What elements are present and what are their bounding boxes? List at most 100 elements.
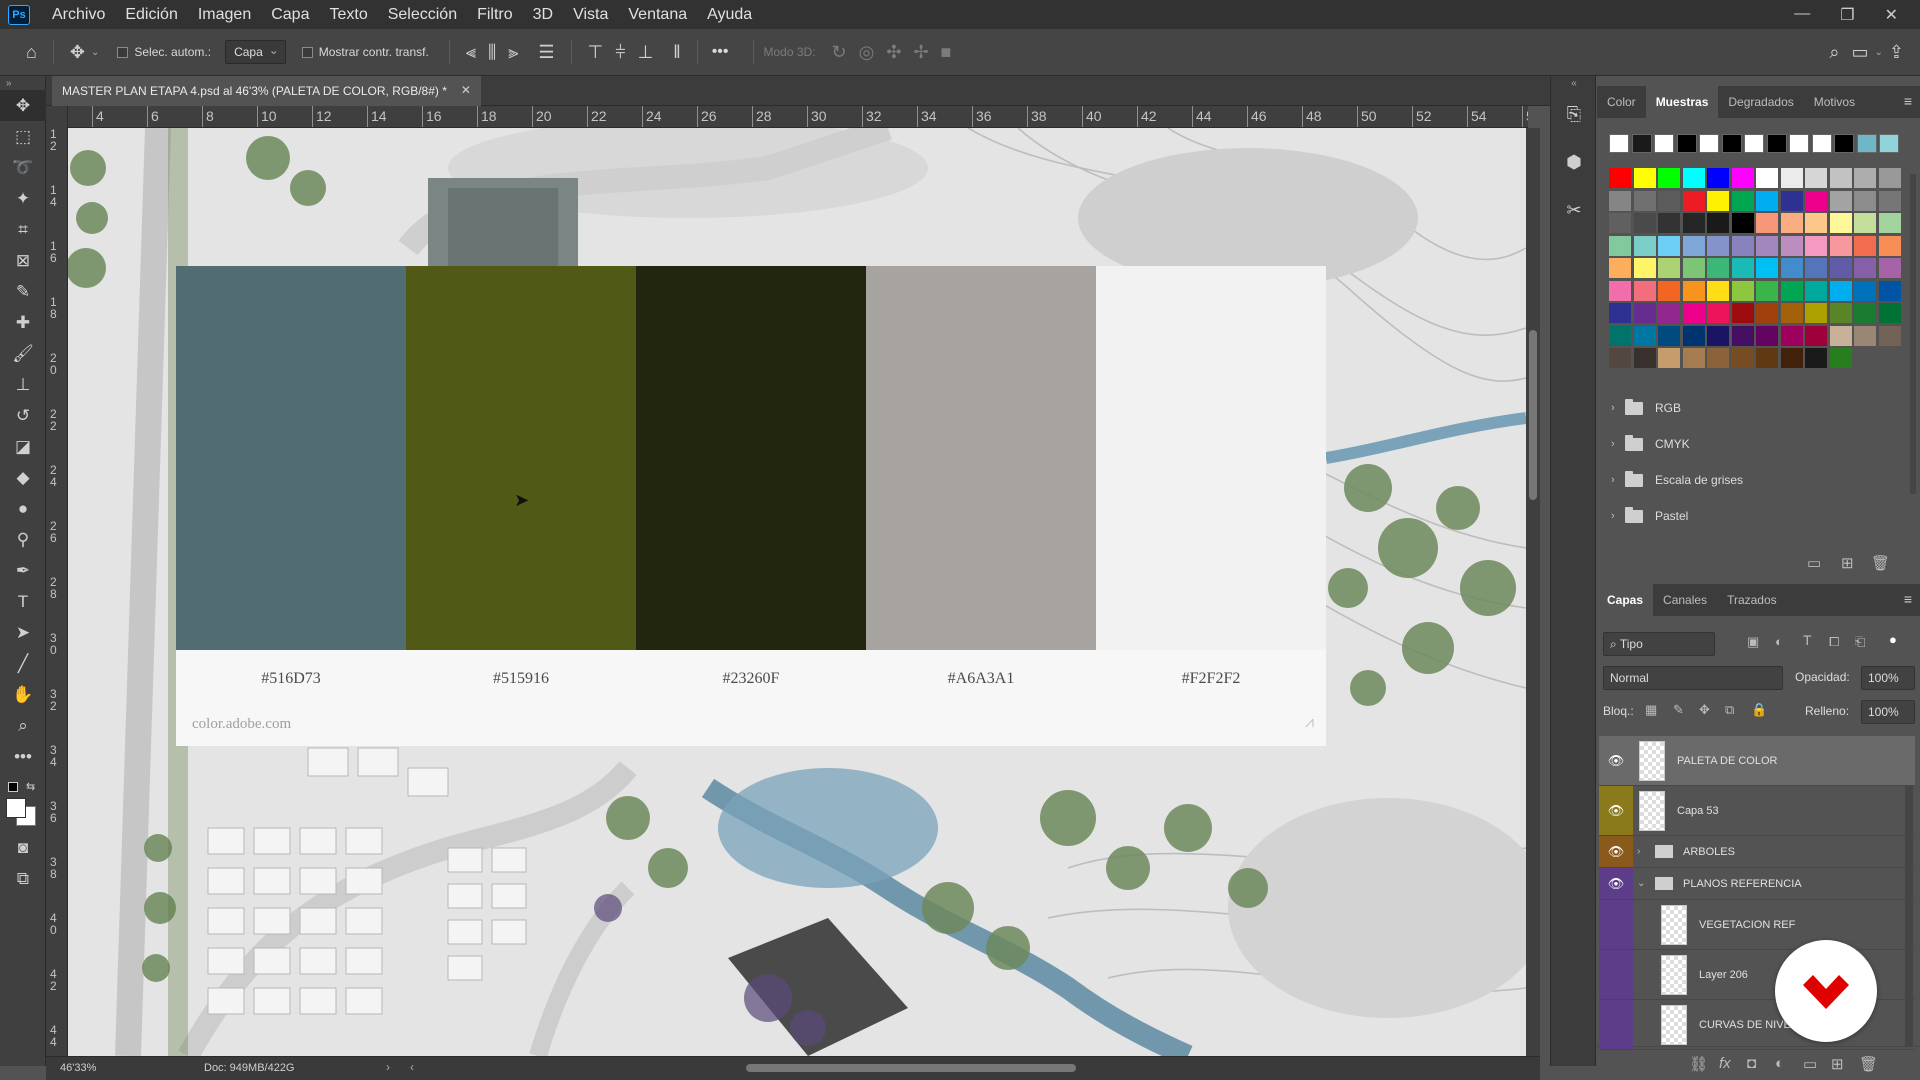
color-swatch[interactable]	[1633, 258, 1656, 278]
color-swatch[interactable]	[1609, 235, 1631, 256]
chevron-down-icon[interactable]: ⌄	[91, 47, 99, 58]
color-swatch[interactable]	[1854, 280, 1876, 301]
color-swatch[interactable]	[1756, 235, 1778, 256]
color-swatch[interactable]	[1829, 303, 1852, 323]
distribute-v-icon[interactable]: ‖	[673, 42, 680, 63]
color-swatch[interactable]	[1829, 168, 1852, 188]
color-swatch[interactable]	[1854, 303, 1876, 323]
color-swatch[interactable]	[1682, 258, 1705, 278]
recent-swatch[interactable]	[1609, 134, 1629, 153]
color-swatch[interactable]	[1731, 190, 1754, 211]
magic-wand-tool-icon[interactable]: ✦	[0, 183, 46, 214]
color-swatch[interactable]	[1756, 303, 1778, 323]
vertical-scrollbar[interactable]	[1526, 128, 1540, 1056]
visibility-toggle[interactable]	[1599, 900, 1633, 949]
color-swatch[interactable]	[1878, 280, 1901, 301]
color-swatch[interactable]	[1609, 258, 1631, 278]
vertical-scroll-thumb[interactable]	[1529, 330, 1537, 500]
menu-texto[interactable]: Texto	[319, 0, 377, 29]
new-layer-icon[interactable]: ⊞	[1831, 1055, 1844, 1073]
eraser-tool-icon[interactable]: ◪	[0, 431, 46, 462]
color-swatch[interactable]	[1707, 190, 1729, 211]
pen-tool-icon[interactable]: ✒	[0, 555, 46, 586]
document-size[interactable]: Doc: 949MB/422G	[204, 1062, 295, 1074]
color-swatch[interactable]	[1756, 190, 1778, 211]
eyedropper-tool-icon[interactable]: ✎	[0, 276, 46, 307]
chevron-right-icon[interactable]: ›	[386, 1060, 390, 1074]
filter-toggle-icon[interactable]: ●	[1889, 632, 1897, 647]
color-swatch[interactable]	[1854, 235, 1876, 256]
restore-button[interactable]: ❐	[1840, 5, 1854, 25]
tab-patterns[interactable]: Motivos	[1804, 86, 1865, 118]
document-tab[interactable]: MASTER PLAN ETAPA 4.psd al 46'3% (PALETA…	[52, 76, 481, 106]
color-swatch[interactable]	[1658, 235, 1680, 256]
menu-vista[interactable]: Vista	[563, 0, 618, 29]
crop-tool-icon[interactable]: ⌗	[0, 214, 46, 245]
color-swatch[interactable]	[1609, 190, 1631, 211]
workspace-icon[interactable]: ▭	[1852, 42, 1869, 63]
new-swatch-icon[interactable]: ⊞	[1841, 554, 1854, 572]
color-swatch[interactable]	[1756, 348, 1778, 368]
visibility-toggle[interactable]	[1599, 950, 1633, 999]
menu-ayuda[interactable]: Ayuda	[697, 0, 762, 29]
color-swatch[interactable]	[1805, 190, 1827, 211]
color-swatch[interactable]	[1854, 325, 1876, 346]
marquee-tool-icon[interactable]: ⬚	[0, 121, 46, 152]
layer-row[interactable]: VEGETACION REF	[1599, 900, 1915, 950]
swatch-folder-cmyk[interactable]: › CMYK	[1611, 432, 1911, 456]
lock-position-icon[interactable]: ✥	[1699, 702, 1710, 718]
tab-channels[interactable]: Canales	[1653, 584, 1717, 616]
foreground-color-swatch[interactable]	[6, 798, 26, 818]
recent-swatch[interactable]	[1834, 134, 1854, 153]
color-swatch[interactable]	[1780, 348, 1803, 368]
link-layers-icon[interactable]: ⛓	[1689, 1055, 1708, 1073]
color-swatch[interactable]	[1780, 280, 1803, 301]
layer-row[interactable]: 👁 ⌄ PLANOS REFERENCIA	[1599, 868, 1915, 900]
color-swatch[interactable]	[1829, 280, 1852, 301]
color-swatch[interactable]	[1731, 303, 1754, 323]
distribute-h-icon[interactable]: ☰	[538, 42, 554, 63]
color-swatch[interactable]	[1756, 168, 1778, 188]
home-icon[interactable]: ⌂	[26, 42, 37, 63]
new-group-icon[interactable]: ▭	[1803, 1055, 1817, 1073]
color-swatch[interactable]	[1854, 348, 1876, 368]
color-swatch[interactable]	[1780, 325, 1803, 346]
filter-pixel-icon[interactable]: ▣	[1747, 634, 1759, 650]
color-swatch[interactable]	[1878, 235, 1901, 256]
color-swatch[interactable]	[1731, 258, 1754, 278]
tab-gradients[interactable]: Degradados	[1718, 86, 1803, 118]
swatch-folder-pastel[interactable]: › Pastel	[1611, 504, 1911, 528]
recent-swatch[interactable]	[1699, 134, 1719, 153]
horizontal-scroll-thumb[interactable]	[746, 1064, 1076, 1072]
tab-paths[interactable]: Trazados	[1717, 584, 1787, 616]
color-swatch[interactable]	[1609, 325, 1631, 346]
3d-panel-icon[interactable]: ⬢	[1551, 138, 1597, 186]
lock-artboard-icon[interactable]: ⧉	[1725, 702, 1734, 718]
search-icon[interactable]: ⌕	[1829, 42, 1839, 63]
color-swatch[interactable]	[1756, 213, 1778, 233]
color-swatch[interactable]	[1633, 168, 1656, 188]
color-swatch[interactable]	[1658, 190, 1680, 211]
color-swatch[interactable]	[1731, 280, 1754, 301]
screen-mode-icon[interactable]: ⧉	[0, 863, 46, 894]
collapse-icon[interactable]: »	[0, 76, 46, 90]
color-swatches[interactable]: ⇆	[0, 772, 46, 832]
auto-select-checkbox[interactable]	[117, 46, 129, 58]
align-middle-icon[interactable]: ⫩	[615, 42, 625, 63]
color-swatch[interactable]	[1658, 168, 1680, 188]
recent-swatch[interactable]	[1766, 134, 1787, 153]
align-bottom-icon[interactable]: ⊥	[638, 42, 654, 63]
menu-archivo[interactable]: Archivo	[42, 0, 115, 29]
color-swatch[interactable]	[1780, 190, 1803, 211]
color-swatch[interactable]	[1682, 168, 1705, 188]
color-palette-layer[interactable]: #516D73 #515916 #23260F #A6A3A1 #F2F2F2 …	[176, 266, 1326, 746]
panel-menu-icon[interactable]: ≡	[1904, 93, 1912, 109]
recent-swatch[interactable]	[1744, 134, 1764, 153]
menu-capa[interactable]: Capa	[261, 0, 319, 29]
color-swatch[interactable]	[1878, 168, 1901, 188]
opacity-field[interactable]: 100%	[1861, 666, 1915, 690]
layer-mask-icon[interactable]: ◘	[1747, 1055, 1756, 1072]
quick-mask-icon[interactable]: ◙	[0, 832, 46, 863]
eye-icon[interactable]: 👁	[1599, 868, 1633, 899]
color-swatch[interactable]	[1658, 213, 1680, 233]
